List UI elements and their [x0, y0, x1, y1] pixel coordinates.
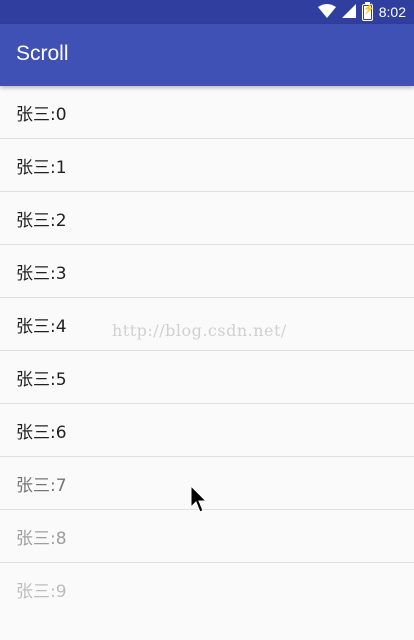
list-item-label: 张三:7 — [16, 475, 67, 496]
list-item[interactable]: 张三:0 — [0, 86, 414, 139]
signal-icon — [341, 3, 356, 21]
list-item[interactable]: 张三:2 — [0, 192, 414, 245]
app-bar: Scroll — [0, 24, 414, 86]
list-item-label: 张三:6 — [16, 422, 67, 443]
status-bar: ⚡ 8:02 — [0, 0, 414, 24]
list-item-label: 张三:5 — [16, 369, 67, 390]
list-item[interactable]: 张三:6 — [0, 404, 414, 457]
list-item-label: 张三:9 — [16, 582, 67, 602]
scroll-list[interactable]: 张三:0 张三:1 张三:2 张三:3 张三:4 张三:5 张三:6 张三:7 … — [0, 86, 414, 616]
list-item-label: 张三:3 — [16, 263, 67, 284]
list-item-label: 张三:1 — [16, 157, 67, 178]
battery-icon: ⚡ — [361, 1, 376, 21]
status-time: 8:02 — [378, 4, 406, 20]
list-item-label: 张三:8 — [16, 528, 67, 549]
list-item-label: 张三:4 — [16, 316, 67, 337]
battery-charging-glyph: ⚡ — [362, 3, 376, 15]
app-title: Scroll — [16, 42, 69, 65]
list-item-label: 张三:2 — [16, 210, 67, 231]
list-item[interactable]: 张三:1 — [0, 139, 414, 192]
wifi-icon — [317, 3, 336, 21]
status-icons: ⚡ 8:02 — [317, 0, 406, 24]
list-item-label: 张三:0 — [16, 104, 67, 125]
watermark: http://blog.csdn.net/ — [112, 321, 287, 340]
list-item[interactable]: 张三:5 — [0, 351, 414, 404]
cursor-icon — [190, 484, 208, 519]
list-item[interactable]: 张三:3 — [0, 245, 414, 298]
list-item[interactable]: 张三:9 — [0, 563, 414, 616]
